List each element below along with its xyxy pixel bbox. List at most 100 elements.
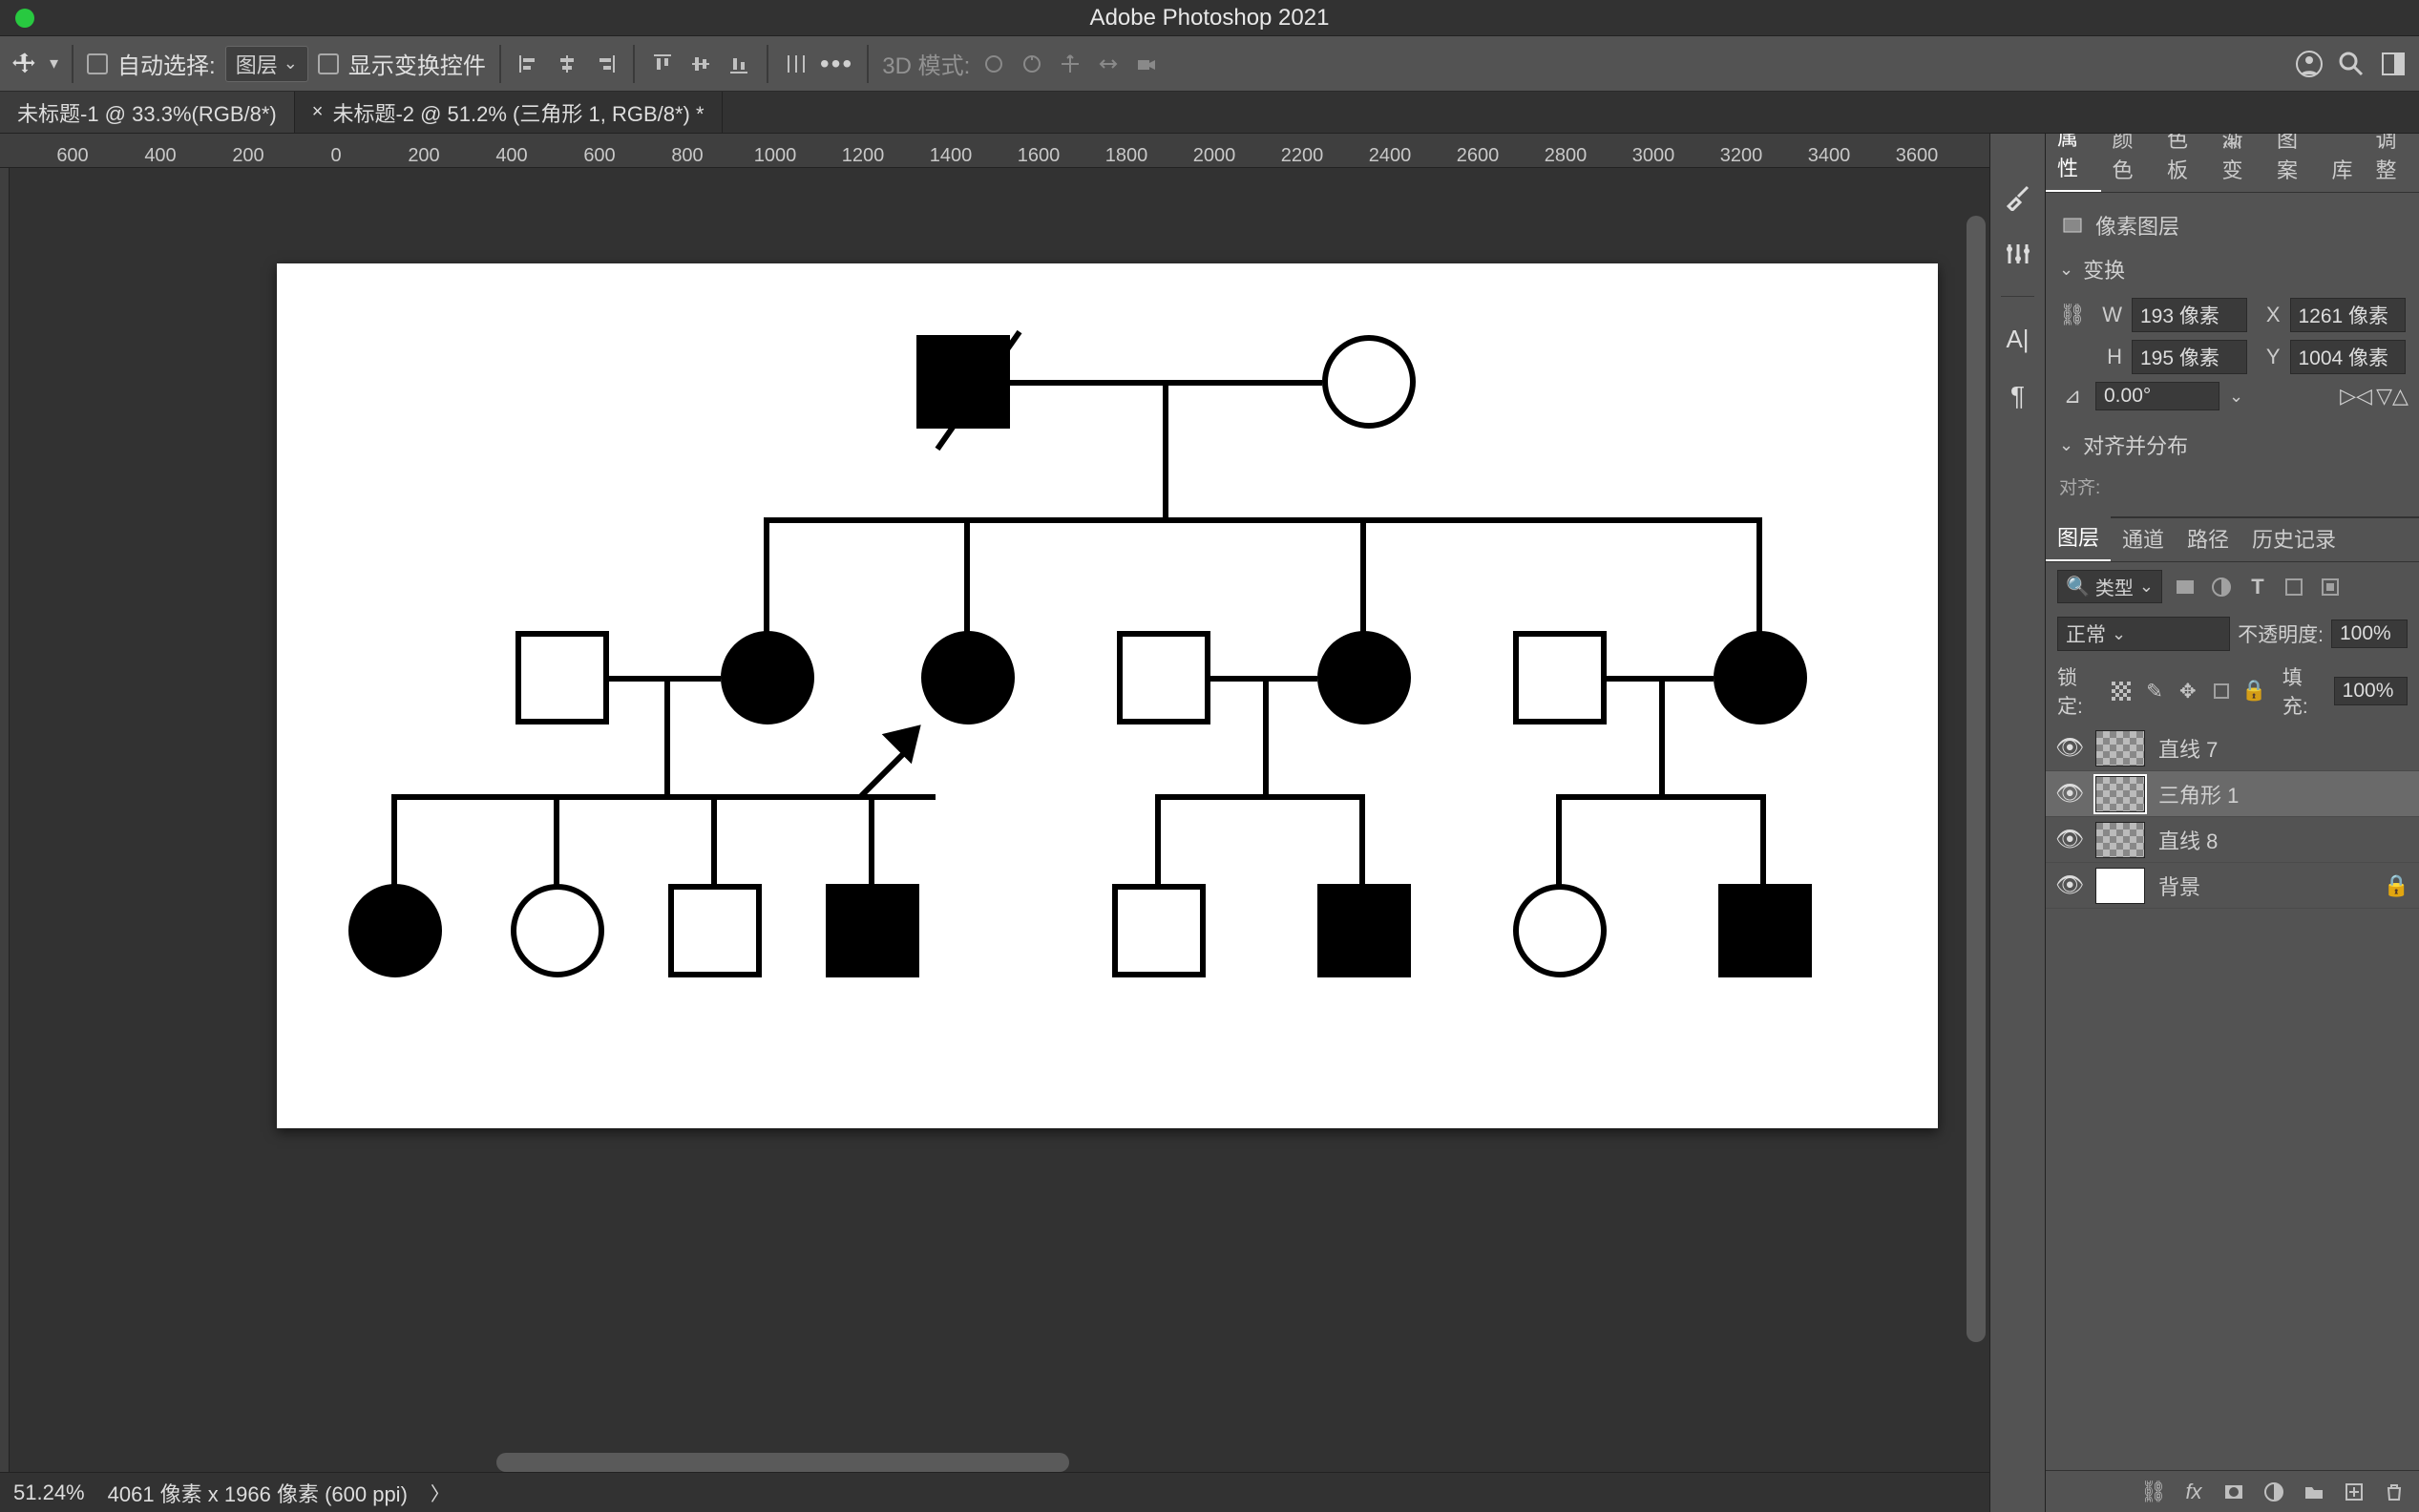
layer-thumbnail[interactable] [2095,822,2145,858]
align-bottom-icon[interactable] [725,50,753,78]
filter-adjustment-icon[interactable] [2208,574,2235,600]
status-chevron-icon[interactable]: 〉 [431,1479,450,1506]
more-options-icon[interactable]: ••• [820,49,853,79]
traffic-light-green[interactable] [15,9,34,28]
workspace-icon[interactable] [2377,48,2409,80]
show-transform-checkbox[interactable] [318,53,339,74]
layer-row[interactable]: 👁 背景 🔒 [2046,863,2419,909]
layer-name[interactable]: 三角形 1 [2158,779,2239,809]
layer-mask-icon[interactable] [2220,1479,2247,1505]
canvas-viewport[interactable] [10,168,1989,1472]
tab-color[interactable]: 颜色 [2101,134,2156,192]
tab-history[interactable]: 历史记录 [2240,515,2347,561]
layer-fx-icon[interactable]: fx [2180,1479,2207,1505]
vertical-scrollbar[interactable] [1967,216,1986,1342]
filter-type-icon[interactable]: T [2244,574,2271,600]
align-left-icon[interactable] [515,50,543,78]
align-right-icon[interactable] [591,50,620,78]
filter-smart-icon[interactable] [2317,574,2344,600]
doc-info[interactable]: 4061 像素 x 1966 像素 (600 ppi) [108,1478,408,1508]
move-tool-icon[interactable] [10,49,40,79]
character-panel-icon[interactable]: A| [1997,318,2039,360]
horizontal-scrollbar[interactable] [496,1453,1069,1472]
document-tab-1[interactable]: 未标题-1 @ 33.3%(RGB/8*) [0,92,295,133]
lock-transparency-icon[interactable] [2109,678,2135,704]
visibility-toggle-icon[interactable]: 👁 [2055,872,2082,899]
pedigree-line [664,676,670,800]
y-input[interactable]: 1004 像素 [2290,340,2407,374]
x-input[interactable]: 1261 像素 [2290,298,2407,332]
layer-row[interactable]: 👁 直线 8 [2046,817,2419,863]
lock-artboard-icon[interactable] [2208,678,2234,704]
group-layers-icon[interactable] [2301,1479,2327,1505]
close-tab-icon[interactable]: × [312,101,324,123]
layer-name[interactable]: 背景 [2158,871,2200,901]
horizontal-ruler[interactable]: 600 400 200 0 200 400 600 800 1000 1200 … [0,134,1989,168]
distribute-icon[interactable] [782,50,810,78]
document-canvas[interactable] [277,263,1938,1128]
brush-panel-icon[interactable] [1997,176,2039,218]
layer-row[interactable]: 👁 三角形 1 [2046,771,2419,817]
layer-thumbnail[interactable] [2095,776,2145,812]
width-input[interactable]: 193 像素 [2132,298,2248,332]
flip-horizontal-icon[interactable]: ▷◁ [2343,383,2369,410]
document-tab-2[interactable]: × 未标题-2 @ 51.2% (三角形 1, RGB/8*) * [295,92,723,133]
auto-select-target-dropdown[interactable]: 图层 ⌄ [225,46,308,82]
vertical-ruler[interactable] [0,168,10,1512]
visibility-toggle-icon[interactable]: 👁 [2055,780,2082,808]
delete-layer-icon[interactable] [2381,1479,2408,1505]
tab-layers[interactable]: 图层 [2046,514,2111,561]
tab-properties[interactable]: 属性 [2046,134,2101,192]
window-controls [0,9,34,28]
align-vcenter-icon[interactable] [686,50,715,78]
tab-libraries[interactable]: 库 [2321,146,2365,192]
fill-input[interactable]: 100% [2334,677,2408,705]
3d-mode-label: 3D 模式: [882,47,970,80]
lock-pixels-icon[interactable]: ✎ [2142,678,2168,704]
zoom-value[interactable]: 51.24% [13,1480,85,1505]
link-layers-icon[interactable]: ⛓ [2140,1479,2167,1505]
main-area: 600 400 200 0 200 400 600 800 1000 1200 … [0,134,2419,1512]
pedigree-line [964,517,970,632]
flip-vertical-icon[interactable]: ▽△ [2379,383,2406,410]
align-section-label: 对齐并分布 [2083,430,2188,460]
align-hcenter-icon[interactable] [553,50,581,78]
link-wh-icon[interactable]: ⛓ [2059,303,2086,327]
layer-thumbnail[interactable] [2095,868,2145,904]
height-input[interactable]: 195 像素 [2132,340,2248,374]
tab-patterns[interactable]: 图案 [2265,134,2321,192]
tab-swatches[interactable]: 色板 [2156,134,2211,192]
new-layer-icon[interactable] [2341,1479,2367,1505]
lock-icon: 🔒 [2384,873,2409,898]
layer-thumbnail[interactable] [2095,730,2145,766]
blend-mode-dropdown[interactable]: 正常 ⌄ [2057,617,2230,651]
tool-preset-chevron-icon[interactable]: ▾ [50,53,58,74]
pedigree-square [668,884,762,977]
tab-adjustments[interactable]: 调整 [2365,134,2419,192]
cloud-account-icon[interactable] [2293,48,2325,80]
align-top-icon[interactable] [648,50,677,78]
disclosure-icon[interactable]: ⌄ [2059,435,2073,455]
layer-filter-kind-dropdown[interactable]: 🔍 类型 ⌄ [2057,570,2162,603]
filter-shape-icon[interactable] [2281,574,2307,600]
lock-all-icon[interactable]: 🔒 [2241,678,2267,704]
layer-row[interactable]: 👁 直线 7 [2046,725,2419,771]
auto-select-checkbox[interactable] [87,53,108,74]
lock-position-icon[interactable]: ✥ [2175,678,2200,704]
angle-input[interactable]: 0.00° [2095,382,2219,410]
disclosure-icon[interactable]: ⌄ [2059,260,2073,280]
visibility-toggle-icon[interactable]: 👁 [2055,734,2082,762]
paragraph-panel-icon[interactable]: ¶ [1997,375,2039,417]
tab-paths[interactable]: 路径 [2176,515,2240,561]
filter-pixel-icon[interactable] [2172,574,2198,600]
search-icon[interactable] [2335,48,2367,80]
layer-name[interactable]: 直线 8 [2158,825,2218,855]
angle-dropdown-icon[interactable]: ⌄ [2229,387,2243,407]
opacity-input[interactable]: 100% [2331,620,2408,648]
layer-name[interactable]: 直线 7 [2158,733,2218,764]
adjustment-layer-icon[interactable] [2261,1479,2287,1505]
tab-gradients[interactable]: 渐变 [2211,134,2266,192]
tab-channels[interactable]: 通道 [2111,515,2176,561]
visibility-toggle-icon[interactable]: 👁 [2055,826,2082,853]
adjustments-panel-icon[interactable] [1997,233,2039,275]
